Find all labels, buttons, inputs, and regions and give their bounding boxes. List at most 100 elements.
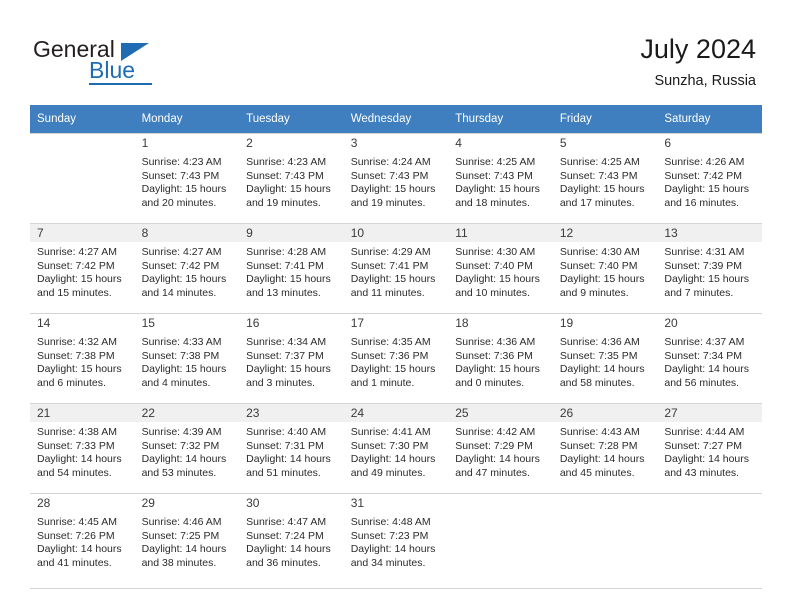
sunset-text: Sunset: 7:23 PM [350, 529, 429, 542]
day-number [448, 494, 553, 512]
sunrise-text: Sunrise: 4:27 AM [141, 246, 222, 258]
daylight-text: Daylight: 15 hours and 16 minutes. [664, 183, 750, 209]
calendar-day[interactable]: 15 Sunrise: 4:33 AM Sunset: 7:38 PM Dayligh… [134, 313, 240, 403]
sunset-text: Sunset: 7:32 PM [141, 439, 220, 452]
calendar-day[interactable]: 9 Sunrise: 4:28 AM Sunset: 7:41 PM Daylight… [239, 223, 344, 313]
calendar-day-empty [448, 493, 553, 583]
calendar-cell [448, 493, 553, 583]
daylight-text: Daylight: 14 hours and 54 minutes. [37, 453, 122, 479]
day-details: Sunrise: 4:26 AM Sunset: 7:42 PM Daylight:… [657, 152, 762, 210]
sunset-text: Sunset: 7:42 PM [141, 259, 220, 272]
calendar-day[interactable]: 17 Sunrise: 4:35 AM Sunset: 7:36 PM Dayligh… [343, 313, 449, 403]
calendar-day[interactable]: 3 Sunrise: 4:24 AM Sunset: 7:43 PM Daylight… [343, 133, 449, 223]
sunrise-text: Sunrise: 4:38 AM [37, 426, 117, 438]
daylight-text: Daylight: 14 hours and 41 minutes. [37, 543, 122, 569]
daylight-text: Daylight: 15 hours and 15 minutes. [37, 273, 122, 299]
day-number [657, 494, 762, 512]
day-details: Sunrise: 4:47 AM Sunset: 7:24 PM Daylight:… [239, 512, 344, 570]
calendar-day[interactable]: 22 Sunrise: 4:39 AM Sunset: 7:32 PM Dayligh… [134, 403, 240, 493]
daylight-text: Daylight: 14 hours and 56 minutes. [664, 363, 750, 389]
calendar-day[interactable]: 18 Sunrise: 4:36 AM Sunset: 7:36 PM Dayligh… [448, 313, 553, 403]
sunrise-text: Sunrise: 4:30 AM [455, 246, 536, 258]
sunrise-text: Sunrise: 4:25 AM [559, 156, 640, 168]
daylight-text: Daylight: 15 hours and 3 minutes. [246, 363, 331, 389]
sunset-text: Sunset: 7:36 PM [350, 349, 429, 362]
calendar-cell: 17 Sunrise: 4:35 AM Sunset: 7:36 PM Dayligh… [343, 313, 449, 403]
calendar-day[interactable]: 26 Sunrise: 4:43 AM Sunset: 7:28 PM Dayligh… [552, 403, 658, 493]
daylight-text: Daylight: 14 hours and 58 minutes. [559, 363, 645, 389]
calendar-day[interactable]: 27 Sunrise: 4:44 AM Sunset: 7:27 PM Dayligh… [657, 403, 762, 493]
daylight-text: Daylight: 15 hours and 9 minutes. [559, 273, 645, 299]
daylight-text: Daylight: 14 hours and 34 minutes. [350, 543, 436, 569]
sunrise-text: Sunrise: 4:25 AM [455, 156, 536, 168]
daylight-text: Daylight: 15 hours and 7 minutes. [664, 273, 750, 299]
sunset-text: Sunset: 7:40 PM [455, 259, 533, 272]
day-number: 19 [552, 314, 658, 332]
sunrise-text: Sunrise: 4:30 AM [559, 246, 640, 258]
calendar-day[interactable]: 19 Sunrise: 4:36 AM Sunset: 7:35 PM Dayligh… [552, 313, 658, 403]
sunset-text: Sunset: 7:42 PM [37, 259, 115, 272]
calendar-day[interactable]: 8 Sunrise: 4:27 AM Sunset: 7:42 PM Daylight… [134, 223, 240, 313]
daylight-text: Daylight: 14 hours and 49 minutes. [350, 453, 436, 479]
calendar-day[interactable]: 4 Sunrise: 4:25 AM Sunset: 7:43 PM Daylight… [448, 133, 553, 223]
calendar-cell: 14 Sunrise: 4:32 AM Sunset: 7:38 PM Dayligh… [30, 313, 135, 403]
calendar-day[interactable]: 5 Sunrise: 4:25 AM Sunset: 7:43 PM Daylight… [552, 133, 658, 223]
calendar-day[interactable]: 16 Sunrise: 4:34 AM Sunset: 7:37 PM Dayligh… [239, 313, 344, 403]
day-details: Sunrise: 4:31 AM Sunset: 7:39 PM Daylight:… [657, 242, 762, 300]
daylight-text: Daylight: 15 hours and 13 minutes. [246, 273, 331, 299]
day-number: 21 [30, 404, 135, 422]
day-number: 14 [30, 314, 135, 332]
calendar-day[interactable]: 31 Sunrise: 4:48 AM Sunset: 7:23 PM Dayligh… [343, 493, 449, 583]
sunrise-text: Sunrise: 4:32 AM [37, 336, 117, 348]
day-details: Sunrise: 4:23 AM Sunset: 7:43 PM Daylight:… [239, 152, 344, 210]
calendar-day[interactable]: 6 Sunrise: 4:26 AM Sunset: 7:42 PM Daylight… [657, 133, 762, 223]
calendar-day[interactable]: 7 Sunrise: 4:27 AM Sunset: 7:42 PM Daylight… [30, 223, 135, 313]
calendar-day[interactable]: 11 Sunrise: 4:30 AM Sunset: 7:40 PM Dayligh… [448, 223, 553, 313]
calendar-page: General Blue July 2024 Sunzha, Russia Su… [0, 0, 792, 612]
sunset-text: Sunset: 7:38 PM [141, 349, 220, 362]
sunset-text: Sunset: 7:43 PM [455, 169, 533, 182]
day-number: 6 [657, 134, 762, 152]
day-details: Sunrise: 4:44 AM Sunset: 7:27 PM Daylight:… [657, 422, 762, 480]
calendar-day[interactable]: 28 Sunrise: 4:45 AM Sunset: 7:26 PM Dayligh… [30, 493, 135, 583]
calendar-week-row: 1 Sunrise: 4:23 AM Sunset: 7:43 PM Daylight… [30, 133, 762, 223]
calendar-day[interactable]: 14 Sunrise: 4:32 AM Sunset: 7:38 PM Dayligh… [30, 313, 135, 403]
grid-bottom-border [30, 588, 762, 589]
calendar-day[interactable]: 2 Sunrise: 4:23 AM Sunset: 7:43 PM Daylight… [239, 133, 344, 223]
calendar-day[interactable]: 29 Sunrise: 4:46 AM Sunset: 7:25 PM Dayligh… [134, 493, 240, 583]
day-details: Sunrise: 4:35 AM Sunset: 7:36 PM Daylight:… [344, 332, 449, 390]
daylight-text: Daylight: 15 hours and 1 minute. [350, 363, 436, 389]
calendar-day[interactable]: 1 Sunrise: 4:23 AM Sunset: 7:43 PM Daylight… [134, 133, 240, 223]
day-details: Sunrise: 4:45 AM Sunset: 7:26 PM Daylight:… [30, 512, 135, 570]
calendar-day[interactable]: 21 Sunrise: 4:38 AM Sunset: 7:33 PM Dayligh… [30, 403, 135, 493]
day-number: 22 [134, 404, 240, 422]
daylight-text: Daylight: 14 hours and 38 minutes. [141, 543, 227, 569]
calendar-day[interactable]: 13 Sunrise: 4:31 AM Sunset: 7:39 PM Dayligh… [657, 223, 762, 313]
daylight-text: Daylight: 14 hours and 45 minutes. [559, 453, 645, 479]
calendar-cell: 18 Sunrise: 4:36 AM Sunset: 7:36 PM Dayligh… [448, 313, 553, 403]
calendar-day[interactable]: 12 Sunrise: 4:30 AM Sunset: 7:40 PM Dayligh… [552, 223, 658, 313]
day-number: 11 [448, 224, 553, 242]
calendar-day[interactable]: 30 Sunrise: 4:47 AM Sunset: 7:24 PM Dayligh… [239, 493, 344, 583]
day-details: Sunrise: 4:30 AM Sunset: 7:40 PM Daylight:… [553, 242, 658, 300]
calendar-cell: 16 Sunrise: 4:34 AM Sunset: 7:37 PM Dayligh… [239, 313, 344, 403]
sunrise-text: Sunrise: 4:48 AM [350, 516, 431, 528]
daylight-text: Daylight: 15 hours and 4 minutes. [141, 363, 227, 389]
calendar-day[interactable]: 10 Sunrise: 4:29 AM Sunset: 7:41 PM Dayligh… [343, 223, 449, 313]
sunset-text: Sunset: 7:28 PM [559, 439, 638, 452]
daylight-text: Daylight: 15 hours and 17 minutes. [559, 183, 645, 209]
sunrise-text: Sunrise: 4:42 AM [455, 426, 536, 438]
calendar-day[interactable]: 20 Sunrise: 4:37 AM Sunset: 7:34 PM Dayligh… [657, 313, 762, 403]
calendar-day[interactable]: 24 Sunrise: 4:41 AM Sunset: 7:30 PM Dayligh… [343, 403, 449, 493]
calendar-cell: 19 Sunrise: 4:36 AM Sunset: 7:35 PM Dayligh… [552, 313, 658, 403]
calendar-day[interactable]: 23 Sunrise: 4:40 AM Sunset: 7:31 PM Dayligh… [239, 403, 344, 493]
calendar-day[interactable]: 25 Sunrise: 4:42 AM Sunset: 7:29 PM Dayligh… [448, 403, 553, 493]
general-blue-logo[interactable]: General Blue [33, 38, 263, 90]
day-number: 27 [657, 404, 762, 422]
day-number: 5 [552, 134, 658, 152]
calendar-cell: 1 Sunrise: 4:23 AM Sunset: 7:43 PM Daylight… [134, 133, 240, 223]
calendar-header-row: Sunday Monday Tuesday Wednesday Thursday Frid… [30, 105, 762, 133]
day-number: 23 [239, 404, 344, 422]
calendar-week-row: 28 Sunrise: 4:45 AM Sunset: 7:26 PM Dayligh… [30, 493, 762, 583]
daylight-text: Daylight: 15 hours and 19 minutes. [246, 183, 331, 209]
